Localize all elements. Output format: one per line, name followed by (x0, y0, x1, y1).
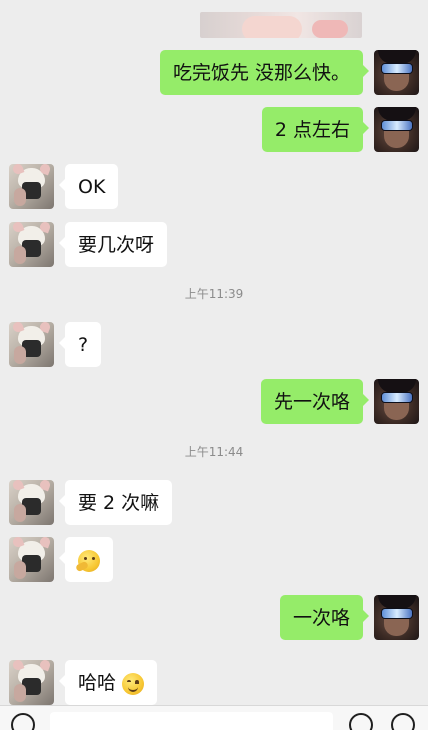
avatar-glasses (382, 609, 412, 618)
message-bubble[interactable]: 哈哈 (58, 660, 158, 705)
image-detail (242, 16, 302, 38)
my-avatar[interactable] (374, 379, 419, 424)
incoming-message (9, 537, 113, 582)
message-bubble[interactable]: 一次咯 (279, 595, 370, 640)
message-text: 一次咯 (292, 607, 350, 629)
shared-image[interactable] (200, 12, 362, 38)
avatar-glasses (382, 64, 412, 73)
chat-screen: 吃完饭先 没那么快。 2 点左右 OK 要几次呀 上午11:39 ? 先一次咯 … (0, 0, 428, 730)
avatar-hand (14, 504, 26, 522)
avatar-hand (14, 561, 26, 579)
incoming-message: 要几次呀 (9, 222, 168, 267)
message-input[interactable] (50, 712, 333, 730)
message-text: 先一次咯 (273, 391, 350, 413)
contact-avatar[interactable] (9, 322, 54, 367)
message-text: 吃完饭先 没那么快。 (172, 62, 350, 84)
contact-avatar[interactable] (9, 660, 54, 705)
emoji-icon[interactable] (349, 713, 373, 730)
avatar-hair (378, 595, 416, 609)
message-bubble[interactable]: 要 2 次嘛 (58, 480, 173, 525)
outgoing-message: 先一次咯 (260, 379, 419, 424)
message-bubble[interactable]: OK (58, 164, 119, 209)
contact-avatar[interactable] (9, 164, 54, 209)
contact-avatar[interactable] (9, 480, 54, 525)
avatar-hand (14, 684, 26, 702)
contact-avatar[interactable] (9, 222, 54, 267)
message-text: 2 点左右 (274, 119, 350, 141)
avatar-face (384, 74, 409, 91)
message-text: OK (78, 176, 106, 198)
message-bubble[interactable] (59, 537, 113, 582)
avatar-glasses (382, 121, 412, 130)
message-bubble[interactable]: 要几次呀 (58, 222, 168, 267)
timestamp: 上午11:39 (184, 287, 244, 301)
avatar-glasses (382, 393, 412, 402)
avatar-hand (14, 346, 26, 364)
outgoing-message: 2 点左右 (261, 107, 419, 152)
smiling-face-emoji (122, 672, 145, 695)
message-text: 哈哈 (78, 672, 117, 694)
outgoing-message: 一次咯 (279, 595, 419, 640)
incoming-message: 哈哈 (9, 660, 158, 705)
message-bubble[interactable]: 先一次咯 (260, 379, 370, 424)
plus-icon[interactable] (391, 713, 415, 730)
contact-avatar[interactable] (9, 537, 54, 582)
avatar-face (384, 403, 409, 420)
message-bubble[interactable]: 2 点左右 (261, 107, 370, 152)
incoming-message: 要 2 次嘛 (9, 480, 173, 525)
message-text: 要几次呀 (78, 234, 155, 256)
message-text: 要 2 次嘛 (78, 492, 160, 514)
avatar-face (384, 131, 409, 148)
incoming-message: OK (9, 164, 119, 209)
message-bubble[interactable]: ? (58, 322, 102, 367)
chat-input-bar (0, 705, 428, 730)
my-avatar[interactable] (374, 50, 419, 95)
outgoing-message: 吃完饭先 没那么快。 (159, 50, 419, 95)
avatar-hair (378, 107, 416, 121)
image-detail (312, 20, 348, 38)
voice-icon[interactable] (11, 713, 35, 730)
thinking-face-emoji (78, 549, 100, 572)
avatar-hand (14, 188, 26, 206)
avatar-hair (378, 379, 416, 393)
avatar-hair (378, 50, 416, 64)
incoming-message: ? (9, 322, 102, 367)
my-avatar[interactable] (374, 107, 419, 152)
message-text: ? (78, 334, 89, 356)
message-bubble[interactable]: 吃完饭先 没那么快。 (159, 50, 370, 95)
my-avatar[interactable] (374, 595, 419, 640)
timestamp: 上午11:44 (184, 445, 244, 459)
avatar-face (384, 619, 409, 636)
avatar-hand (14, 246, 26, 264)
